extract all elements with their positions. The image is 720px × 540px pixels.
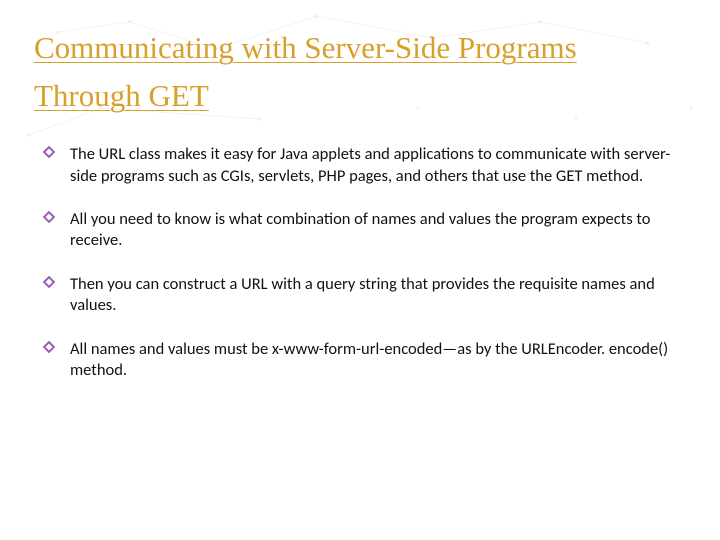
list-item: Then you can construct a URL with a quer… — [42, 274, 686, 317]
bullet-text: The URL class makes it easy for Java app… — [70, 144, 670, 185]
list-item: All you need to know is what combination… — [42, 209, 686, 252]
bullet-text: All names and values must be x-www-form-… — [70, 339, 668, 380]
diamond-bullet-icon — [42, 210, 56, 224]
diamond-bullet-icon — [42, 340, 56, 354]
list-item: The URL class makes it easy for Java app… — [42, 144, 686, 187]
bullet-text: All you need to know is what combination… — [70, 209, 650, 250]
diamond-bullet-icon — [42, 275, 56, 289]
slide-title: Communicating with Server-Side Programs … — [34, 24, 686, 120]
bullet-text: Then you can construct a URL with a quer… — [70, 274, 655, 315]
bullet-list: The URL class makes it easy for Java app… — [34, 144, 686, 382]
list-item: All names and values must be x-www-form-… — [42, 339, 686, 382]
slide: Communicating with Server-Side Programs … — [0, 0, 720, 540]
diamond-bullet-icon — [42, 145, 56, 159]
